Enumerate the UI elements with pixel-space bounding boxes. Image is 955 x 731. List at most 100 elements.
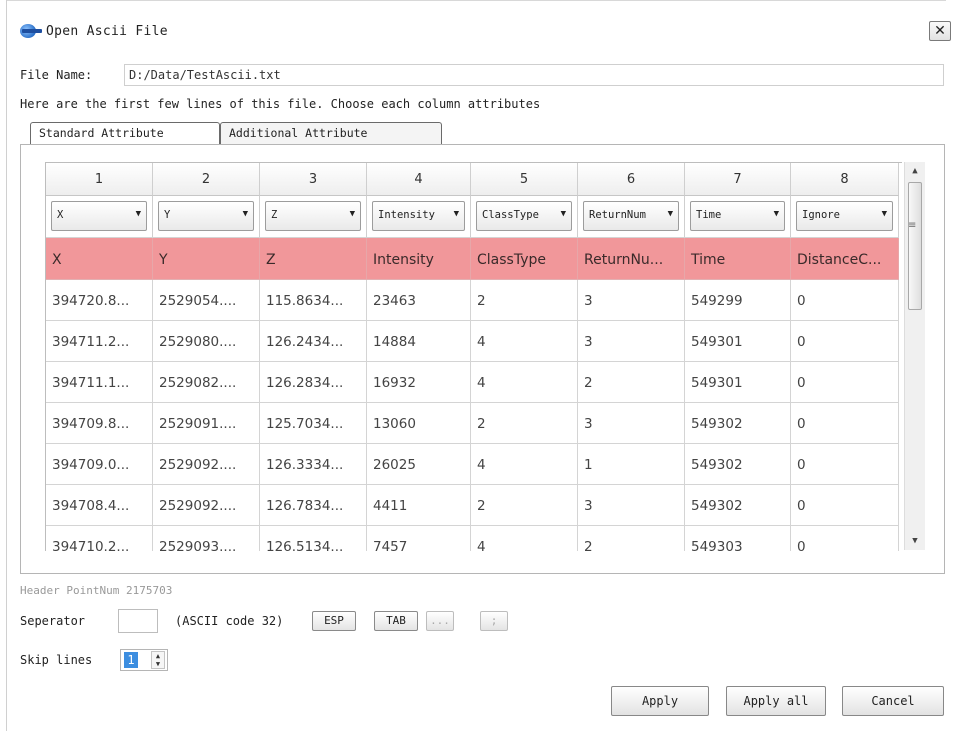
attribute-cell: Ignore ▼ [791, 196, 899, 238]
table-cell: 0 [791, 362, 899, 403]
table-row: 394710.2... 2529093.... 126.5134... 7457 4 2 5… [46, 526, 902, 551]
column-number-header: 12345678 [46, 163, 902, 196]
title-bar: Open Ascii File [20, 18, 168, 44]
table-cell: 394709.0... [46, 444, 153, 485]
table-row: 394711.2... 2529080.... 126.2434... 14884 4 3… [46, 321, 902, 362]
table-cell: 2529092.... [153, 485, 260, 526]
chevron-down-icon: ▼ [349, 209, 355, 219]
table-cell: 3 [578, 321, 685, 362]
table-cell: 394711.2... [46, 321, 153, 362]
instruction-text: Here are the first few lines of this fil… [20, 97, 541, 111]
scroll-down-arrow-icon[interactable]: ▼ [905, 532, 925, 550]
header-point-count: Header PointNum 2175703 [20, 584, 173, 597]
column-attribute-value: Y [164, 209, 171, 221]
attribute-cell: Y ▼ [153, 196, 260, 238]
table-cell: 4 [471, 362, 578, 403]
file-header-cell: Z [260, 238, 367, 280]
column-number-header-cell[interactable]: 3 [260, 163, 367, 196]
tab-standard-attribute[interactable]: Standard Attribute [30, 122, 220, 144]
column-attribute-dropdown[interactable]: Ignore ▼ [796, 201, 893, 231]
file-header-row: X Y Z Intensity ClassType ReturnNu... Time Dist… [46, 238, 902, 280]
file-name-input[interactable] [124, 64, 944, 86]
table-cell: 549302 [685, 485, 791, 526]
file-header-cell: ReturnNu... [578, 238, 685, 280]
table-cell: 3 [578, 403, 685, 444]
column-attribute-dropdown[interactable]: Z ▼ [265, 201, 361, 231]
attribute-select-row: X ▼ Y ▼ Z ▼ Intensity ▼ ClassType ▼ ReturnNum ▼ Time… [46, 196, 902, 238]
chevron-down-icon: ▼ [773, 209, 779, 219]
file-header-cell: Intensity [367, 238, 471, 280]
cancel-button[interactable]: Cancel [842, 686, 944, 716]
table-cell: 3 [578, 485, 685, 526]
column-number-header-cell[interactable]: 1 [46, 163, 153, 196]
column-attribute-value: X [57, 209, 64, 221]
column-number-header-cell[interactable]: 6 [578, 163, 685, 196]
window-edge-top [6, 0, 946, 1]
separator-label: Seperator [20, 614, 86, 628]
column-attribute-dropdown[interactable]: X ▼ [51, 201, 147, 231]
column-number-header-cell[interactable]: 8 [791, 163, 899, 196]
table-row: 394708.4... 2529092.... 126.7834... 4411 2 3 5… [46, 485, 902, 526]
skip-lines-spinbox[interactable]: 1 ▲ ▼ [120, 649, 168, 671]
column-attribute-dropdown[interactable]: Y ▼ [158, 201, 254, 231]
attribute-cell: ReturnNum ▼ [578, 196, 685, 238]
table-cell: 23463 [367, 280, 471, 321]
table-cell: 2 [471, 403, 578, 444]
apply-button[interactable]: Apply [611, 686, 709, 716]
table-row: 394709.8... 2529091.... 125.7034... 13060 2 3… [46, 403, 902, 444]
column-attribute-dropdown[interactable]: Time ▼ [690, 201, 785, 231]
semicolon-separator-button[interactable]: ; [480, 611, 508, 631]
table-cell: 16932 [367, 362, 471, 403]
column-number-header-cell[interactable]: 2 [153, 163, 260, 196]
file-name-row: File Name: [20, 63, 945, 87]
table-cell: 549301 [685, 362, 791, 403]
table-row: 394711.1... 2529082.... 126.2834... 16932 4 2… [46, 362, 902, 403]
table-cell: 0 [791, 526, 899, 551]
column-attribute-dropdown[interactable]: ReturnNum ▼ [583, 201, 679, 231]
column-number-header-cell[interactable]: 4 [367, 163, 471, 196]
tab-additional-attribute[interactable]: Additional Attribute [220, 122, 442, 144]
scroll-thumb[interactable] [908, 182, 922, 310]
table-cell: 7457 [367, 526, 471, 551]
table-row: 394720.8... 2529054.... 115.8634... 23463 2 3… [46, 280, 902, 321]
attribute-cell: X ▼ [46, 196, 153, 238]
close-button[interactable]: ✕ [929, 21, 951, 41]
more-separator-button[interactable]: ... [426, 611, 454, 631]
column-attribute-value: Z [271, 209, 278, 221]
scroll-grip-icon: ≡ [908, 220, 917, 231]
table-cell: 0 [791, 485, 899, 526]
column-number-header-cell[interactable]: 7 [685, 163, 791, 196]
column-attribute-dropdown[interactable]: Intensity ▼ [372, 201, 465, 231]
skip-lines-label: Skip lines [20, 653, 93, 667]
file-header-cell: Time [685, 238, 791, 280]
table-cell: 126.2834... [260, 362, 367, 403]
separator-input[interactable] [118, 609, 158, 633]
table-cell: 4 [471, 444, 578, 485]
table-cell: 126.3334... [260, 444, 367, 485]
table-cell: 549299 [685, 280, 791, 321]
column-number-header-cell[interactable]: 5 [471, 163, 578, 196]
table-cell: 2529093.... [153, 526, 260, 551]
table-cell: 549302 [685, 444, 791, 485]
skip-lines-value[interactable]: 1 [124, 652, 138, 668]
table-cell: 0 [791, 444, 899, 485]
spin-arrows-icon[interactable]: ▲ ▼ [151, 651, 165, 669]
apply-all-button[interactable]: Apply all [726, 686, 826, 716]
table-cell: 2529082.... [153, 362, 260, 403]
table-cell: 394720.8... [46, 280, 153, 321]
table-cell: 2 [578, 526, 685, 551]
scroll-up-arrow-icon[interactable]: ▲ [905, 162, 925, 180]
esp-button[interactable]: ESP [312, 611, 356, 631]
table-cell: 26025 [367, 444, 471, 485]
tab-separator-button[interactable]: TAB [374, 611, 418, 631]
chevron-down-icon: ▼ [453, 209, 459, 219]
table-cell: 126.2434... [260, 321, 367, 362]
file-name-label: File Name: [20, 68, 93, 82]
table-cell: 126.7834... [260, 485, 367, 526]
app-globe-icon [20, 23, 44, 39]
preview-grid: 1 2 3 4 5 6 7 8 X ▼ Y ▼ Z ▼ Intensity ▼ ClassType ▼ Return… [45, 162, 902, 551]
table-cell: 2 [471, 485, 578, 526]
attribute-cell: Intensity ▼ [367, 196, 471, 238]
column-attribute-dropdown[interactable]: ClassType ▼ [476, 201, 572, 231]
vertical-scrollbar[interactable]: ▲ ≡ ▼ [904, 162, 925, 550]
